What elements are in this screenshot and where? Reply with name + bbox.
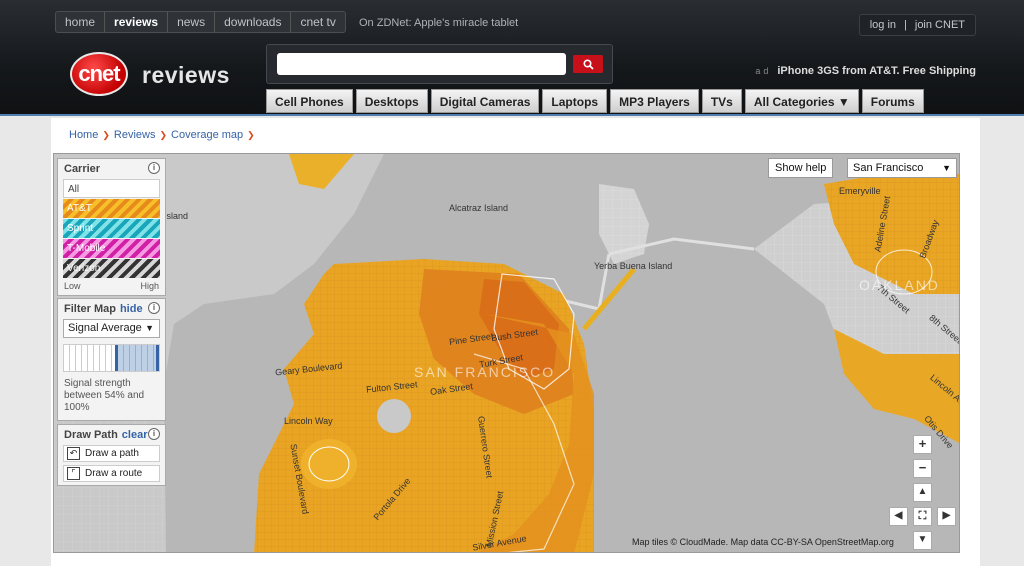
ad-text[interactable]: iPhone 3GS from AT&T. Free Shipping [777, 65, 976, 77]
account-separator: | [904, 19, 907, 31]
info-icon[interactable]: i [148, 162, 160, 174]
cat-desktops[interactable]: Desktops [355, 89, 428, 113]
search-box [266, 44, 613, 84]
recenter-button[interactable]: ⛶ [913, 507, 932, 526]
carrier-item-sprint[interactable]: Sprint [63, 219, 160, 238]
carrier-item-tmobile[interactable]: T-Mobile [63, 239, 160, 258]
filter-panel: Filter Map hide i Signal Average ▼ Signal s… [57, 298, 166, 421]
path-icon: ↶ [67, 447, 80, 460]
city-select[interactable]: San Francisco ▼ [847, 158, 957, 178]
breadcrumb-arrow-icon: ❯ [247, 129, 255, 140]
draw-route-button[interactable]: ⌜ Draw a route [63, 465, 160, 482]
cat-all-categories[interactable]: All Categories ▼ [744, 89, 859, 113]
breadcrumb-coverage-map[interactable]: Coverage map [171, 129, 243, 141]
topnav-news[interactable]: news [168, 12, 216, 32]
carrier-title: Carrier i [58, 159, 165, 179]
cat-laptops[interactable]: Laptops [542, 89, 608, 113]
map-label: Alcatraz Island [449, 203, 509, 213]
map-label: Yerba Buena Island [594, 261, 673, 271]
carrier-item-all[interactable]: All [63, 179, 160, 198]
map-canvas[interactable] [54, 154, 960, 553]
filter-title: Filter Map hide i [58, 299, 165, 319]
legend-high: High [140, 281, 159, 291]
main-content: Home ❯ Reviews ❯ Coverage map ❯ Alcatraz… [51, 118, 980, 566]
draw-path-panel: Draw Path clear i ↶ Draw a path ⌜ Draw a rou… [57, 424, 166, 486]
draw-path-title: Draw Path clear i [58, 425, 165, 445]
category-nav: Cell Phones Desktops Digital Cameras Lap… [266, 89, 924, 113]
draw-path-title-text: Draw Path [64, 429, 118, 441]
topnav-downloads[interactable]: downloads [215, 12, 292, 32]
carrier-title-text: Carrier [64, 163, 101, 175]
signal-range-handle[interactable] [115, 345, 159, 371]
ad-line[interactable]: ad iPhone 3GS from AT&T. Free Shipping [755, 65, 976, 77]
city-select-value: San Francisco [853, 162, 924, 174]
breadcrumb-arrow-icon: ❯ [159, 129, 168, 140]
filter-mode-value: Signal Average [68, 322, 142, 334]
search-input[interactable] [277, 53, 566, 75]
chevron-down-icon: ▼ [145, 323, 154, 333]
carrier-item-verizon[interactable]: Verizon [63, 259, 160, 278]
map-label: Lincoln Way [284, 416, 333, 426]
legend-scale: Low High [58, 279, 165, 295]
join-link[interactable]: join CNET [915, 19, 965, 31]
chevron-down-icon: ▼ [942, 163, 951, 173]
show-help-button[interactable]: Show help [768, 158, 834, 178]
breadcrumb-reviews[interactable]: Reviews [114, 129, 156, 141]
draw-path-clear-link[interactable]: clear [122, 429, 148, 441]
site-header: home reviews news downloads cnet tv On Z… [0, 0, 1024, 116]
pan-left-button[interactable]: ◀ [889, 507, 908, 526]
topnav-cnet-tv[interactable]: cnet tv [291, 12, 344, 32]
map-label: SAN FRANCISCO [414, 364, 556, 380]
carrier-item-att[interactable]: AT&T [63, 199, 160, 218]
info-icon[interactable]: i [148, 428, 160, 440]
section-brand[interactable]: reviews [142, 62, 230, 89]
cnet-logo[interactable]: cnet [70, 52, 128, 96]
coverage-map[interactable]: Alcatraz Island Island Yerba Buena Islan… [53, 153, 960, 553]
top-nav: home reviews news downloads cnet tv [55, 11, 346, 33]
draw-path-button[interactable]: ↶ Draw a path [63, 445, 160, 462]
map-label: Emeryville [839, 186, 881, 196]
cat-mp3-players[interactable]: MP3 Players [610, 89, 699, 113]
breadcrumb: Home ❯ Reviews ❯ Coverage map ❯ [69, 129, 255, 141]
ad-tag: ad [755, 66, 772, 76]
filter-title-text: Filter Map [64, 303, 116, 315]
info-icon[interactable]: i [148, 302, 160, 314]
pan-up-button[interactable]: ▲ [913, 483, 932, 502]
breadcrumb-home[interactable]: Home [69, 129, 98, 141]
map-label: OAKLAND [859, 277, 940, 293]
signal-range-slider[interactable] [63, 344, 160, 372]
filter-hide-link[interactable]: hide [120, 303, 143, 315]
legend-low: Low [64, 281, 81, 291]
pan-down-button[interactable]: ▼ [913, 531, 932, 550]
cat-tvs[interactable]: TVs [701, 89, 742, 113]
topnav-reviews[interactable]: reviews [105, 12, 169, 32]
draw-route-label: Draw a route [85, 468, 143, 479]
zoom-out-button[interactable]: − [913, 459, 932, 478]
carrier-panel: Carrier i All AT&T Sprint T-Mobile Verizo… [57, 158, 166, 296]
cat-cell-phones[interactable]: Cell Phones [266, 89, 353, 113]
topnav-home[interactable]: home [56, 12, 106, 32]
breadcrumb-arrow-icon: ❯ [102, 129, 110, 140]
cat-digital-cameras[interactable]: Digital Cameras [430, 89, 540, 113]
filter-mode-select[interactable]: Signal Average ▼ [63, 319, 160, 338]
login-link[interactable]: log in [870, 19, 896, 31]
search-icon [582, 58, 594, 70]
search-button[interactable] [573, 55, 603, 73]
zoom-in-button[interactable]: + [913, 435, 932, 454]
map-label: Island [164, 211, 189, 221]
route-icon: ⌜ [67, 467, 80, 480]
zdnet-link[interactable]: On ZDNet: Apple's miracle tablet [359, 17, 518, 29]
filter-description: Signal strength between 54% and 100% [64, 378, 145, 413]
draw-path-label: Draw a path [85, 448, 139, 459]
map-attribution: Map tiles © CloudMade. Map data CC-BY-SA… [632, 537, 894, 547]
account-links: log in | join CNET [858, 14, 976, 36]
pan-right-button[interactable]: ▶ [937, 507, 956, 526]
cat-forums[interactable]: Forums [861, 89, 924, 113]
